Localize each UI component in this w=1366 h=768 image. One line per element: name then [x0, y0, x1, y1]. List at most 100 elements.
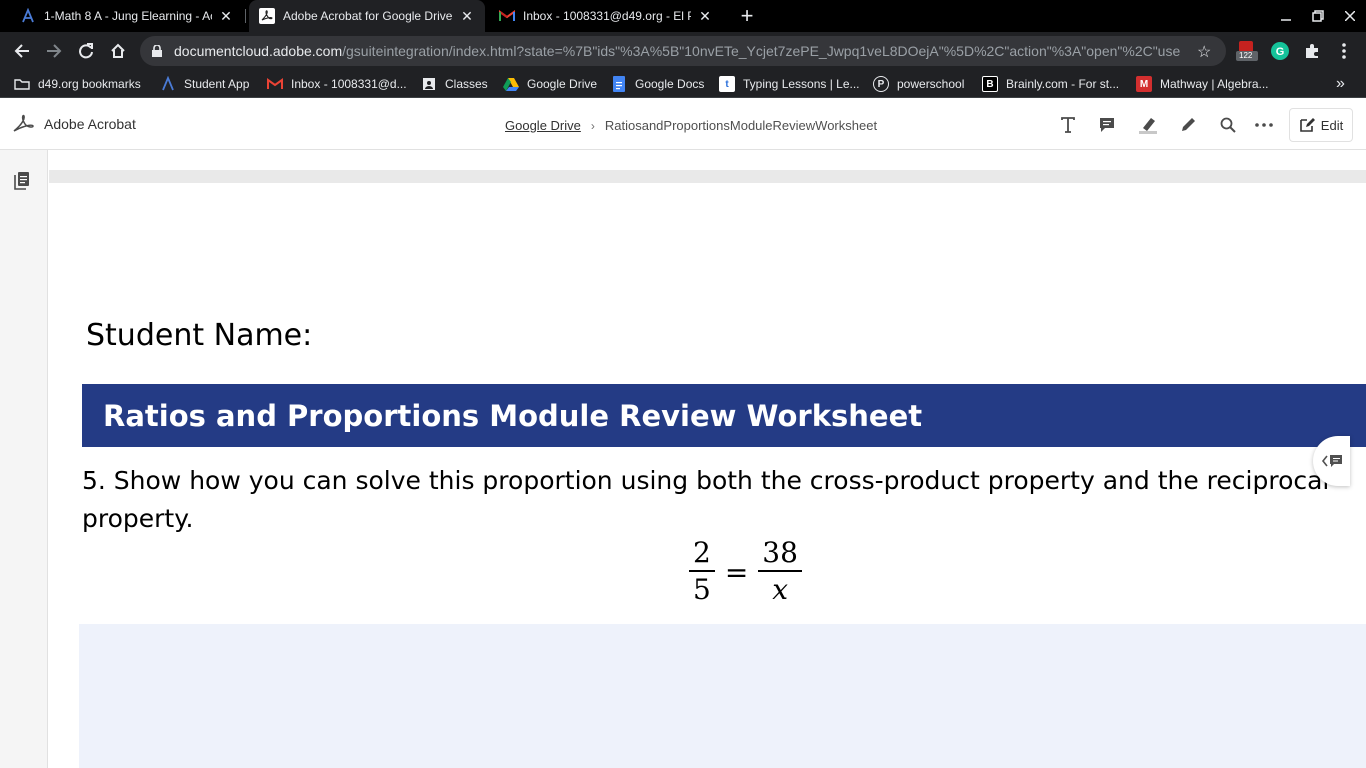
- brainly-icon: B: [982, 76, 998, 92]
- right-fraction: 38 x: [758, 536, 802, 608]
- restore-icon[interactable]: [1302, 0, 1334, 32]
- breadcrumb-google-drive-link[interactable]: Google Drive: [505, 118, 581, 133]
- extension-badge-count: 122: [1239, 51, 1253, 60]
- tab-strip: 1-Math 8 A - Jung Elearning - Ac ✕ Adobe…: [0, 0, 1366, 32]
- edit-icon: [1299, 118, 1315, 132]
- reload-icon[interactable]: [72, 37, 100, 65]
- gmail-icon: [499, 8, 515, 24]
- left-denominator: 5: [693, 573, 711, 606]
- draw-pencil-icon[interactable]: [1175, 112, 1201, 138]
- bookmark-label: Typing Lessons | Le...: [743, 77, 860, 91]
- document-viewer[interactable]: Student Name: Ratios and Proportions Mod…: [49, 150, 1366, 768]
- page-gap: [49, 170, 1366, 183]
- more-options-icon[interactable]: [1251, 112, 1277, 138]
- extensions-puzzle-icon[interactable]: [1301, 40, 1323, 62]
- acrobat-header: Adobe Acrobat Google Drive › RatiosandPr…: [0, 99, 1366, 150]
- svg-text:G: G: [1276, 46, 1285, 58]
- left-numerator: 2: [693, 536, 711, 569]
- page-thumbnails-icon[interactable]: [14, 172, 34, 192]
- menu-kebab-icon[interactable]: [1333, 40, 1355, 62]
- gmail-icon: [267, 76, 283, 92]
- bookmark-brainly[interactable]: B Brainly.com - For st...: [982, 70, 1119, 98]
- right-numerator: 38: [762, 536, 798, 569]
- new-tab-button[interactable]: +: [735, 3, 759, 28]
- google-drive-icon: [503, 76, 519, 92]
- tab-title: Inbox - 1008331@d49.org - El P: [523, 9, 691, 23]
- bookmark-d49-folder[interactable]: d49.org bookmarks: [14, 70, 141, 98]
- close-window-icon[interactable]: [1334, 0, 1366, 32]
- bookmark-label: Brainly.com - For st...: [1006, 77, 1120, 91]
- bookmark-label: d49.org bookmarks: [38, 77, 141, 91]
- bookmark-student-app[interactable]: Student App: [160, 70, 249, 98]
- address-bar[interactable]: documentcloud.adobe.com/gsuiteintegratio…: [140, 36, 1226, 66]
- bookmark-label: Inbox - 1008331@d...: [291, 77, 407, 91]
- equals-sign: =: [724, 555, 749, 589]
- close-icon[interactable]: ✕: [697, 8, 713, 24]
- question-text: 5. Show how you can solve this proportio…: [82, 466, 1330, 533]
- breadcrumb-file-name: RatiosandProportionsModuleReviewWorkshee…: [604, 118, 878, 133]
- bookmark-mathway[interactable]: M Mathway | Algebra...: [1136, 70, 1269, 98]
- bookmark-classes[interactable]: Classes: [421, 70, 488, 98]
- typing-icon: t: [719, 76, 735, 92]
- classes-icon: [421, 76, 437, 92]
- collapse-comments-icon: [1321, 455, 1342, 467]
- bookmark-gmail-inbox[interactable]: Inbox - 1008331@d...: [267, 70, 407, 98]
- worksheet-banner: Ratios and Proportions Module Review Wor…: [82, 384, 1366, 447]
- folder-icon: [14, 76, 30, 92]
- answer-field[interactable]: [79, 624, 1366, 768]
- breadcrumb: Google Drive › RatiosandProportionsModul…: [505, 118, 877, 133]
- home-icon[interactable]: [104, 37, 132, 65]
- bookmark-powerschool[interactable]: P powerschool: [873, 70, 964, 98]
- mathway-icon: M: [1136, 76, 1152, 92]
- google-docs-icon: [611, 76, 627, 92]
- forward-icon[interactable]: [40, 37, 68, 65]
- search-icon[interactable]: [1215, 112, 1241, 138]
- bookmark-label: Mathway | Algebra...: [1160, 77, 1269, 91]
- bookmark-label: powerschool: [897, 77, 965, 91]
- acrobat-icon: [259, 8, 275, 24]
- close-icon[interactable]: ✕: [459, 8, 475, 24]
- comment-icon[interactable]: [1094, 112, 1120, 138]
- proportion-equation: 2 5 = 38 x: [689, 536, 802, 608]
- lock-icon: [152, 45, 166, 57]
- chevron-right-icon: ›: [590, 118, 595, 133]
- bookmarks-bar: d49.org bookmarks Student App Inbox - 10…: [0, 70, 1366, 98]
- tab-adobe-acrobat[interactable]: Adobe Acrobat for Google Drive ✕: [249, 0, 485, 32]
- close-icon[interactable]: ✕: [218, 8, 234, 24]
- bookmark-star-icon[interactable]: ☆: [1197, 42, 1211, 62]
- tab-gmail-inbox[interactable]: Inbox - 1008331@d49.org - El P ✕: [489, 0, 723, 32]
- edit-button[interactable]: Edit: [1289, 108, 1353, 142]
- highlight-icon[interactable]: [1135, 112, 1161, 138]
- tab-title: Adobe Acrobat for Google Drive: [283, 9, 453, 23]
- right-denominator: x: [772, 573, 789, 606]
- url-host: documentcloud.adobe.com: [174, 43, 343, 59]
- acrobat-tab-icon: [20, 8, 36, 24]
- worksheet-title: Ratios and Proportions Module Review Wor…: [103, 399, 923, 433]
- powerschool-icon: P: [873, 76, 889, 92]
- more-bookmarks-icon[interactable]: »: [1336, 70, 1345, 98]
- extension-badge-icon[interactable]: 122: [1236, 40, 1258, 62]
- left-rail: [0, 150, 48, 768]
- bookmark-label: Student App: [184, 77, 250, 91]
- browser-toolbar: documentcloud.adobe.com/gsuiteintegratio…: [0, 32, 1366, 70]
- student-name-label: Student Name:: [86, 318, 313, 353]
- bookmark-label: Classes: [445, 77, 488, 91]
- edit-label: Edit: [1320, 117, 1344, 133]
- url-path: /gsuiteintegration/index.html?state=%7B"…: [342, 43, 1181, 59]
- bookmark-google-docs[interactable]: Google Docs: [611, 70, 704, 98]
- minimize-icon[interactable]: [1270, 0, 1302, 32]
- student-app-icon: [160, 76, 176, 92]
- acrobat-logo-icon: [13, 114, 34, 132]
- bookmark-google-drive[interactable]: Google Drive: [503, 70, 597, 98]
- acrobat-logo[interactable]: Adobe Acrobat: [12, 114, 136, 134]
- grammarly-icon[interactable]: G: [1269, 40, 1291, 62]
- back-icon[interactable]: [8, 37, 36, 65]
- left-fraction: 2 5: [689, 536, 715, 608]
- tab-separator: [245, 9, 246, 23]
- bookmark-typing-lessons[interactable]: t Typing Lessons | Le...: [719, 70, 860, 98]
- tab-math-elearning[interactable]: 1-Math 8 A - Jung Elearning - Ac ✕: [10, 0, 244, 32]
- tab-title: 1-Math 8 A - Jung Elearning - Ac: [44, 9, 212, 23]
- add-text-icon[interactable]: [1055, 112, 1081, 138]
- bookmark-label: Google Drive: [527, 77, 598, 91]
- bookmark-label: Google Docs: [635, 77, 705, 91]
